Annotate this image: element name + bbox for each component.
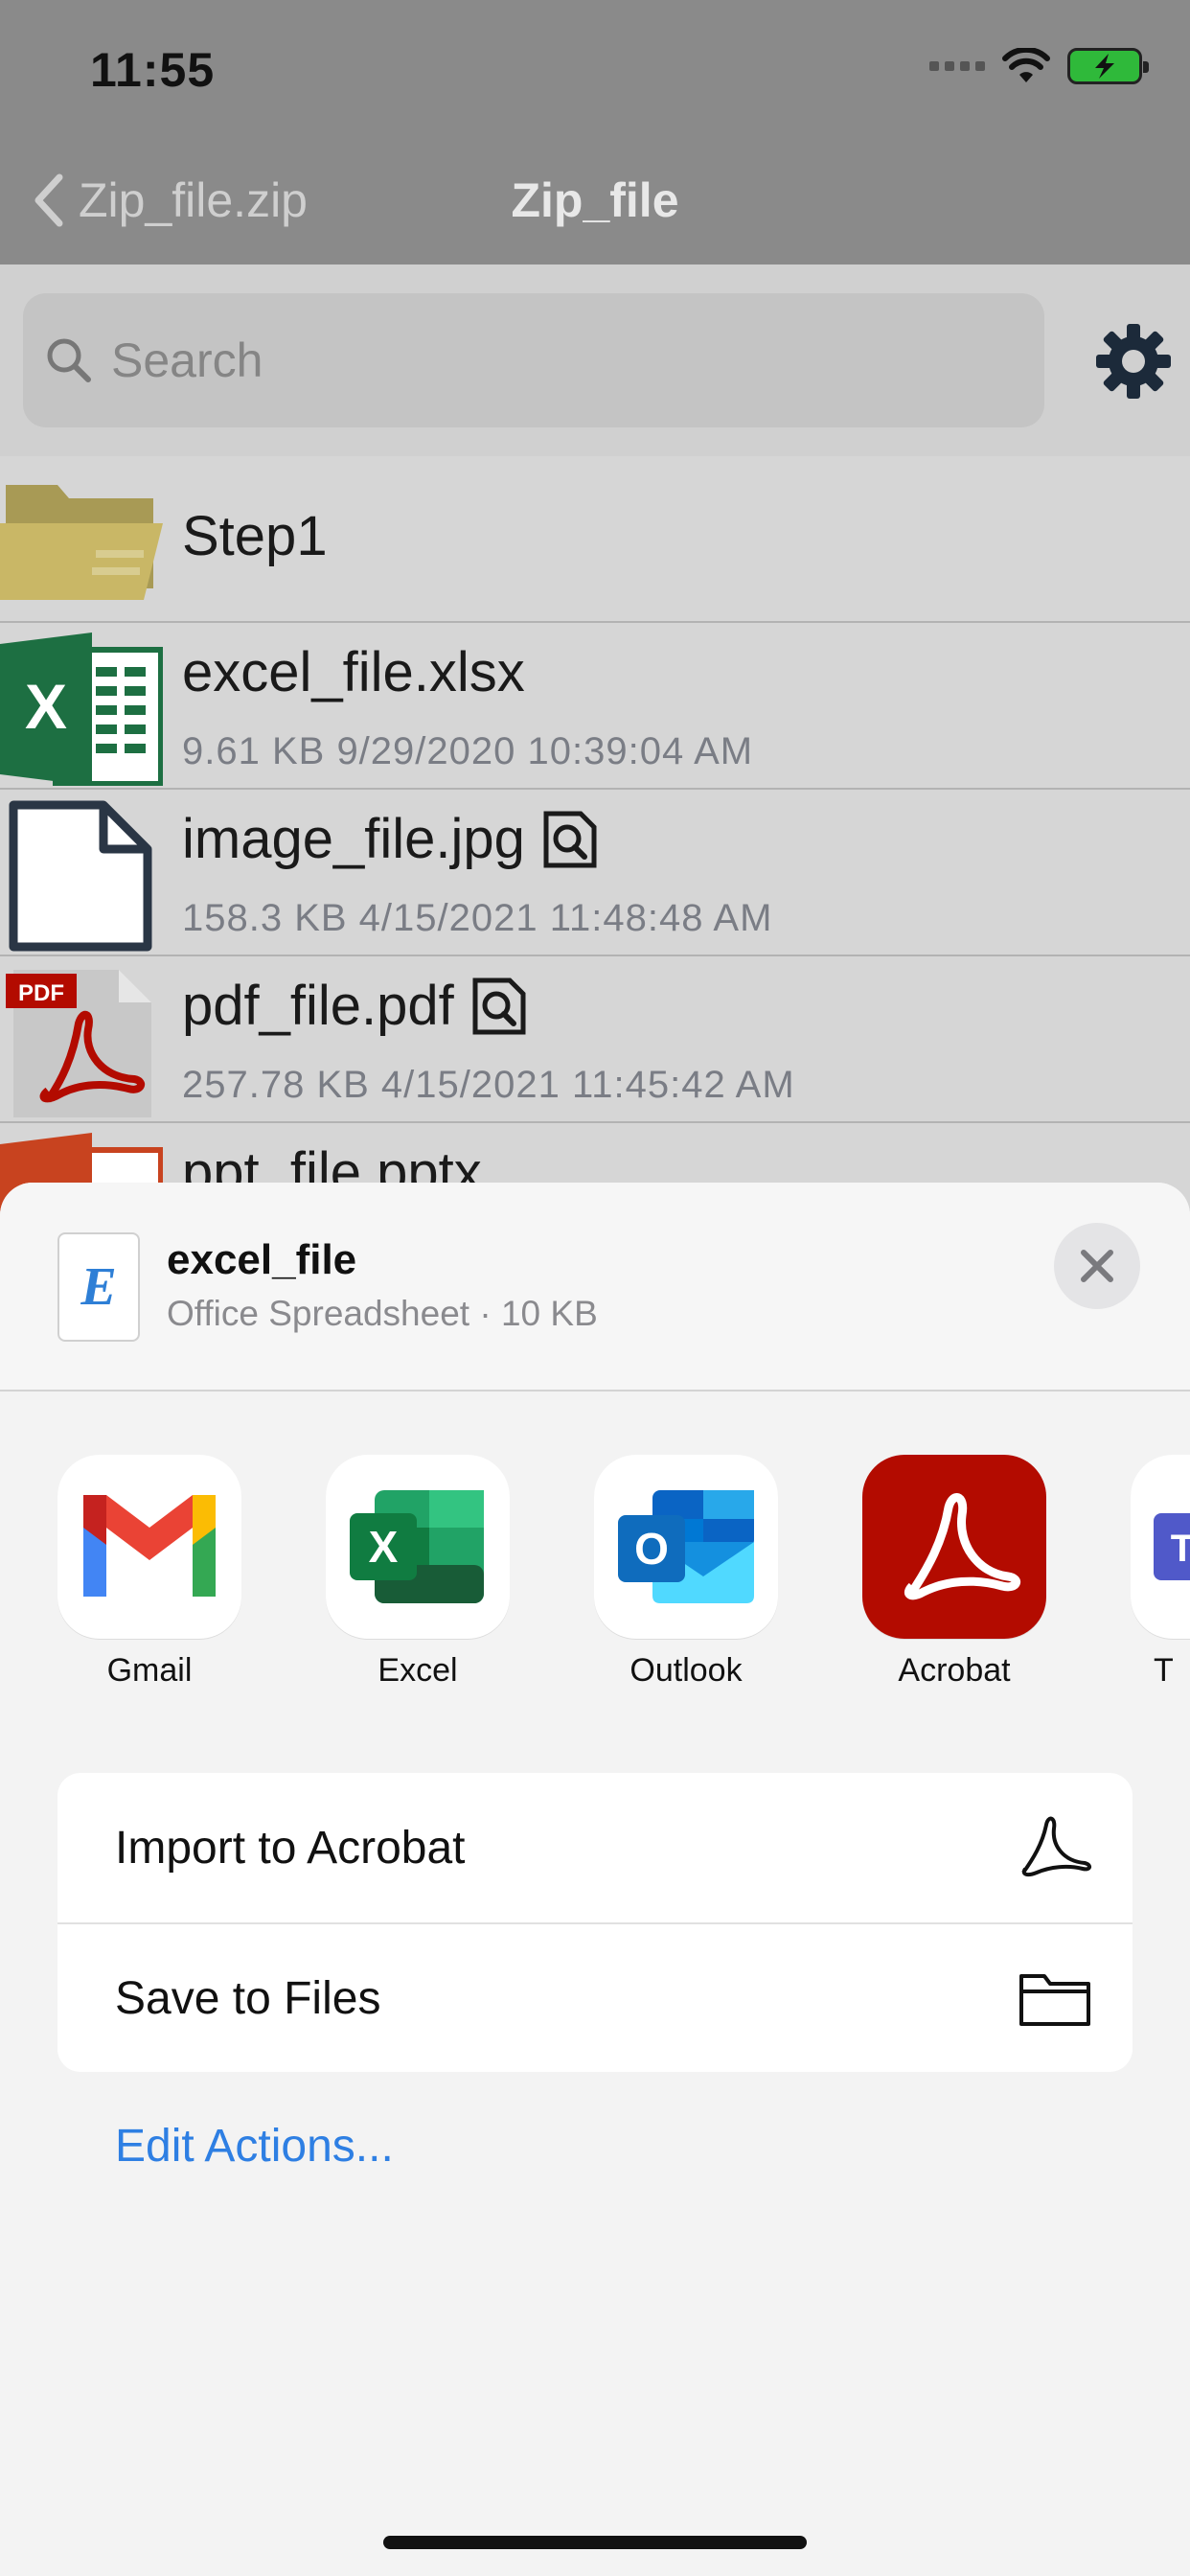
share-action-list: Import to Acrobat Save to Files: [57, 1773, 1133, 2072]
signal-icon: [929, 61, 985, 71]
file-list: Step1 X excel_file.xlsx 9.61 KB 9/29/202…: [0, 456, 1190, 1290]
file-meta: 158.3 KB 4/15/2021 11:48:48 AM: [182, 897, 773, 939]
list-item[interactable]: image_file.jpg 158.3 KB 4/15/2021 11:48:…: [0, 790, 1190, 956]
share-app-outlook[interactable]: O Outlook: [594, 1455, 778, 1690]
share-file-title: excel_file: [167, 1236, 357, 1283]
share-app-label: Excel: [378, 1652, 458, 1689]
close-icon: [1081, 1250, 1113, 1282]
page-title: Zip_file: [511, 173, 679, 227]
svg-text:X: X: [369, 1522, 399, 1572]
share-app-teams[interactable]: T T: [1131, 1455, 1190, 1690]
file-name: image_file.jpg: [182, 807, 600, 871]
file-name: pdf_file.pdf: [182, 974, 529, 1038]
battery-icon: [1067, 48, 1149, 84]
share-sheet: E excel_file Office Spreadsheet · 10 KB …: [0, 1183, 1190, 2576]
share-app-label: Acrobat: [898, 1652, 1011, 1689]
edit-actions-link[interactable]: Edit Actions...: [115, 2120, 394, 2173]
excel-file-icon: X: [0, 632, 163, 786]
navigation-bar: Zip_file.zip Zip_file: [0, 134, 1190, 264]
search-input[interactable]: [111, 333, 973, 388]
share-file-subtitle: Office Spreadsheet · 10 KB: [167, 1294, 598, 1333]
acrobat-icon: [862, 1455, 1046, 1639]
svg-text:O: O: [634, 1524, 669, 1574]
file-name: Step1: [182, 505, 328, 567]
folder-icon: [0, 485, 163, 600]
share-app-row: Gmail X Excel O Outlook Acrobat T T: [0, 1455, 1190, 1742]
gmail-icon: [57, 1455, 241, 1639]
save-to-files-action[interactable]: Save to Files: [57, 1922, 1133, 2072]
svg-text:X: X: [25, 671, 67, 742]
wifi-icon: [1002, 48, 1050, 82]
share-app-label: Gmail: [106, 1652, 193, 1689]
share-app-acrobat[interactable]: Acrobat: [862, 1455, 1046, 1690]
close-button[interactable]: [1054, 1223, 1140, 1309]
share-sheet-header: E excel_file Office Spreadsheet · 10 KB: [0, 1183, 1190, 1392]
action-label: Save to Files: [115, 1972, 381, 2024]
svg-text:T: T: [1171, 1528, 1190, 1570]
import-to-acrobat-action[interactable]: Import to Acrobat: [57, 1773, 1133, 1922]
share-app-label: T: [1154, 1652, 1174, 1689]
excel-icon: X: [326, 1455, 510, 1639]
teams-icon: T: [1131, 1455, 1190, 1639]
status-time: 11:55: [90, 43, 216, 97]
search-row: [0, 264, 1190, 456]
action-label: Import to Acrobat: [115, 1822, 466, 1874]
search-icon: [47, 338, 91, 382]
document-icon: E: [57, 1232, 140, 1342]
home-indicator[interactable]: [383, 2536, 807, 2549]
folder-icon: [1019, 1974, 1090, 2026]
outlook-icon: O: [594, 1455, 778, 1639]
share-app-gmail[interactable]: Gmail: [57, 1455, 241, 1690]
share-app-excel[interactable]: X Excel: [326, 1455, 510, 1690]
search-bar[interactable]: [23, 293, 1044, 427]
gear-icon[interactable]: [1092, 320, 1175, 402]
file-meta: 9.61 KB 9/29/2020 10:39:04 AM: [182, 730, 754, 772]
file-meta: 257.78 KB 4/15/2021 11:45:42 AM: [182, 1064, 795, 1106]
generic-file-icon: [9, 800, 152, 952]
pdf-badge: PDF: [18, 980, 64, 1006]
status-icons: [929, 48, 1149, 84]
list-item[interactable]: X excel_file.xlsx 9.61 KB 9/29/2020 10:3…: [0, 623, 1190, 790]
acrobat-icon: [1021, 1816, 1091, 1877]
share-app-label: Outlook: [629, 1652, 743, 1689]
status-bar: 11:55: [0, 0, 1190, 134]
file-name: excel_file.xlsx: [182, 641, 525, 703]
preview-icon[interactable]: [469, 977, 529, 1036]
preview-icon[interactable]: [540, 810, 600, 869]
list-item[interactable]: Step1: [0, 456, 1190, 623]
list-item[interactable]: PDF pdf_file.pdf 257.78 KB 4/15/2021 11:…: [0, 956, 1190, 1123]
pdf-file-icon: PDF: [6, 970, 151, 1117]
